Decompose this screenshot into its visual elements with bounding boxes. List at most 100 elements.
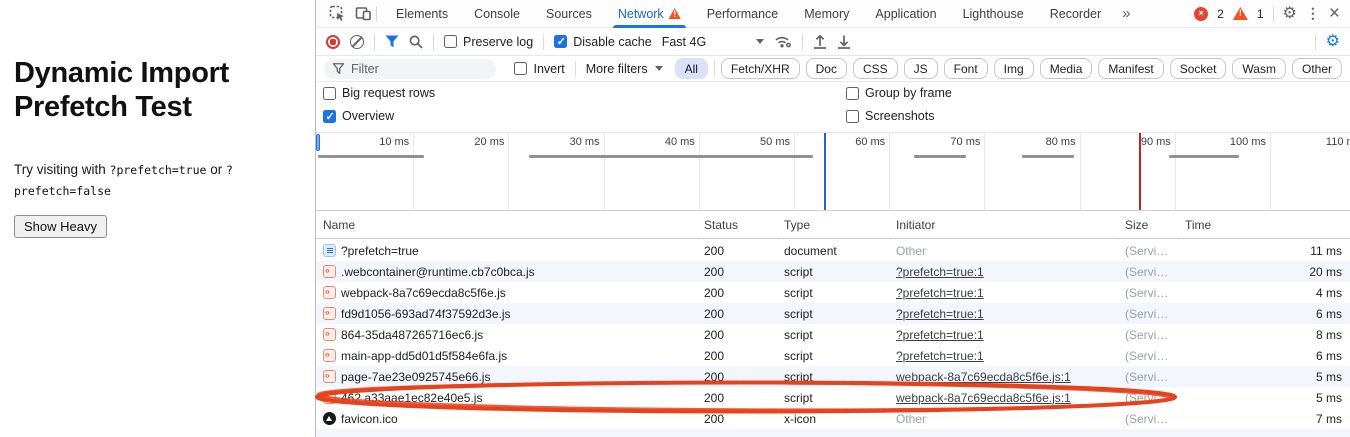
option-screenshots[interactable]: Screenshots <box>846 109 934 123</box>
checkbox-box[interactable] <box>514 62 527 75</box>
column-header-status[interactable]: Status <box>704 218 738 232</box>
column-header-initiator[interactable]: Initiator <box>896 218 935 232</box>
checkbox-box[interactable] <box>323 87 336 100</box>
tab-sources[interactable]: Sources <box>533 0 605 28</box>
option-label: Group by frame <box>865 86 952 100</box>
request-row-highlighted[interactable]: 462.a33aae1ec82e40e5.js200scriptwebpack-… <box>316 387 1350 408</box>
warning-badge-icon[interactable] <box>1233 7 1248 20</box>
request-initiator[interactable]: ?prefetch=true:1 <box>896 307 984 321</box>
request-initiator[interactable]: webpack-8a7c69ecda8c5f6e.js:1 <box>896 370 1071 384</box>
tab-network[interactable]: Network <box>605 0 694 28</box>
chip-css[interactable]: CSS <box>853 58 898 79</box>
tab-elements[interactable]: Elements <box>383 0 461 28</box>
request-row[interactable]: favicon.ico200x-iconOther(Servi…7 ms <box>316 408 1350 429</box>
table-header: Name Status Type Initiator Size Time <box>316 212 1350 239</box>
close-icon[interactable]: × <box>1329 4 1340 23</box>
timeline-tick-label: 10 ms <box>348 136 409 148</box>
request-initiator[interactable]: webpack-8a7c69ecda8c5f6e.js:1 <box>896 391 1071 405</box>
devtools-panel: ElementsConsoleSourcesNetwork Performance… <box>315 0 1350 437</box>
timeline-gridline <box>1175 133 1176 210</box>
invert-checkbox[interactable]: Invert <box>514 62 564 76</box>
chip-font[interactable]: Font <box>944 58 988 79</box>
kebab-menu-icon[interactable]: ⋮ <box>1306 5 1320 22</box>
chip-wasm[interactable]: Wasm <box>1232 58 1286 79</box>
checkbox-box[interactable] <box>554 35 567 48</box>
chip-manifest[interactable]: Manifest <box>1098 58 1163 79</box>
request-row[interactable]: fd9d1056-693ad74f37592d3e.js200script?pr… <box>316 303 1350 324</box>
request-initiator[interactable]: ?prefetch=true:1 <box>896 328 984 342</box>
throttling-dropdown[interactable]: Fast 4G <box>662 35 764 49</box>
column-header-name[interactable]: Name <box>323 218 355 232</box>
record-network-log-icon[interactable] <box>326 35 340 49</box>
network-overview-timeline[interactable]: 10 ms20 ms30 ms40 ms50 ms60 ms70 ms80 ms… <box>316 132 1350 211</box>
network-settings-gear-icon[interactable]: ⚙ <box>1326 34 1340 50</box>
request-row[interactable]: .webcontainer@runtime.cb7c0bca.js200scri… <box>316 261 1350 282</box>
request-row[interactable]: page-7ae23e0925745e66.js200scriptwebpack… <box>316 366 1350 387</box>
chevron-down-icon <box>655 66 663 71</box>
disable-cache-checkbox[interactable]: Disable cache <box>554 35 652 49</box>
dcl-marker <box>824 133 826 210</box>
search-icon[interactable] <box>409 35 423 49</box>
network-conditions-icon[interactable] <box>774 34 792 49</box>
column-header-size[interactable]: Size <box>1125 218 1148 232</box>
tab-console[interactable]: Console <box>461 0 533 28</box>
more-tabs-icon[interactable]: » <box>1114 5 1138 22</box>
checkbox-box[interactable] <box>444 35 457 48</box>
favicon-icon <box>323 412 336 425</box>
divider <box>1315 34 1316 50</box>
device-toolbar-icon[interactable] <box>350 1 376 27</box>
tab-application[interactable]: Application <box>862 0 949 28</box>
tab-memory[interactable]: Memory <box>791 0 862 28</box>
network-activity-bar <box>318 155 424 158</box>
option-overview[interactable]: Overview <box>323 109 394 123</box>
request-row[interactable]: webpack-8a7c69ecda8c5f6e.js200script?pre… <box>316 282 1350 303</box>
timeline-tick-label: 80 ms <box>1015 136 1076 148</box>
import-har-icon[interactable] <box>813 34 827 49</box>
tab-recorder[interactable]: Recorder <box>1037 0 1114 28</box>
inspect-element-icon[interactable] <box>324 1 350 27</box>
request-initiator[interactable]: ?prefetch=true:1 <box>896 286 984 300</box>
error-badge-icon[interactable]: × <box>1194 7 1208 21</box>
request-size: (Servi… <box>1125 265 1168 279</box>
request-row[interactable]: 864-35da487265716ec6.js200script?prefetc… <box>316 324 1350 345</box>
timeline-selection-handle[interactable] <box>316 134 320 151</box>
clear-network-log-icon[interactable] <box>350 35 364 49</box>
settings-gear-icon[interactable]: ⚙ <box>1283 6 1297 22</box>
checkbox-box[interactable] <box>846 110 859 123</box>
column-header-type[interactable]: Type <box>784 218 810 232</box>
option-group-by-frame[interactable]: Group by frame <box>846 86 952 100</box>
chip-fetchxhr[interactable]: Fetch/XHR <box>721 58 800 79</box>
timeline-gridline <box>794 133 795 210</box>
export-har-icon[interactable] <box>837 34 851 49</box>
chip-doc[interactable]: Doc <box>806 58 847 79</box>
option-big-request-rows[interactable]: Big request rows <box>323 86 435 100</box>
tab-label: Performance <box>707 7 779 21</box>
chip-socket[interactable]: Socket <box>1170 58 1227 79</box>
checkbox-box[interactable] <box>323 110 336 123</box>
filter-funnel-icon[interactable] <box>385 35 399 48</box>
request-initiator: Other <box>896 412 926 426</box>
chip-other[interactable]: Other <box>1292 58 1342 79</box>
preserve-log-checkbox[interactable]: Preserve log <box>444 35 533 49</box>
tab-performance[interactable]: Performance <box>694 0 792 28</box>
column-header-time[interactable]: Time <box>1185 218 1211 232</box>
more-filters-dropdown[interactable]: More filters <box>586 62 663 76</box>
request-name: ?prefetch=true <box>341 244 419 258</box>
request-name: fd9d1056-693ad74f37592d3e.js <box>341 307 511 321</box>
error-count[interactable]: 2 <box>1217 7 1224 21</box>
filter-input[interactable]: Filter <box>324 59 496 79</box>
show-heavy-button[interactable]: Show Heavy <box>14 215 107 238</box>
chip-media[interactable]: Media <box>1040 58 1093 79</box>
tab-lighthouse[interactable]: Lighthouse <box>950 0 1037 28</box>
checkbox-box[interactable] <box>846 87 859 100</box>
request-status: 200 <box>704 286 724 300</box>
chip-all[interactable]: All <box>675 58 708 79</box>
warning-count[interactable]: 1 <box>1257 7 1264 21</box>
request-row[interactable]: main-app-dd5d01d5f584e6fa.js200script?pr… <box>316 345 1350 366</box>
request-row[interactable]: ?prefetch=true200documentOther(Servi…11 … <box>316 240 1350 261</box>
chip-js[interactable]: JS <box>904 58 938 79</box>
request-initiator[interactable]: ?prefetch=true:1 <box>896 349 984 363</box>
disable-cache-label: Disable cache <box>573 35 652 49</box>
request-initiator[interactable]: ?prefetch=true:1 <box>896 265 984 279</box>
chip-img[interactable]: Img <box>994 58 1034 79</box>
